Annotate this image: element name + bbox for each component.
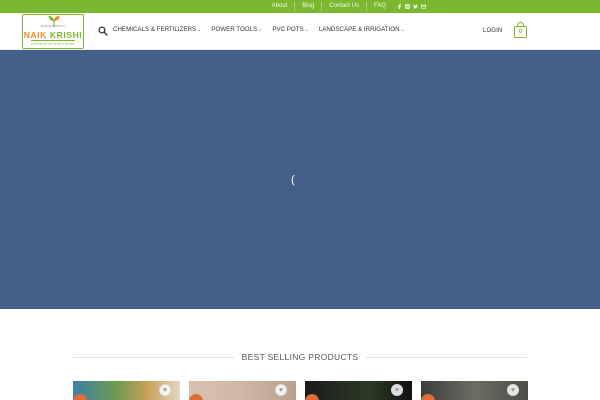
wishlist-heart-icon[interactable]: ♥ <box>391 384 403 396</box>
wishlist-heart-icon[interactable]: ♥ <box>159 384 171 396</box>
instagram-icon[interactable] <box>405 4 410 9</box>
wishlist-heart-icon[interactable]: ♥ <box>275 384 287 396</box>
cart-button[interactable]: 0 <box>514 22 527 38</box>
search-icon[interactable] <box>98 26 108 36</box>
wishlist-heart-icon[interactable]: ♥ <box>507 384 519 396</box>
chevron-down-icon: ⌄ <box>400 26 405 33</box>
nav-item-label: CHEMICALS & FERTILIZERS <box>113 26 197 33</box>
product-card[interactable]: ♥ <box>73 381 180 400</box>
product-card[interactable]: ♥ <box>305 381 412 400</box>
product-grid: ♥ ♥ ♥ ♥ <box>73 381 529 400</box>
loading-spinner-icon: ( <box>291 174 295 186</box>
heading-divider <box>366 356 528 358</box>
product-card[interactable]: ♥ <box>421 381 528 400</box>
sale-badge <box>189 394 203 400</box>
hero-slider <box>0 50 600 309</box>
nav-item-label: LANDSCAPE & IRRIGATION <box>318 26 400 33</box>
topbar-link-contact[interactable]: Contact Us <box>322 2 367 11</box>
email-icon[interactable] <box>420 4 427 9</box>
twitter-icon[interactable] <box>413 4 418 9</box>
site-logo[interactable]: MAHARASHTRA'S NAIK KRISHI GARDENING SIMP… <box>22 14 84 49</box>
section-heading: BEST SELLING PRODUCTS <box>73 352 528 362</box>
heading-divider <box>73 356 234 358</box>
nav-item-label: POWER TOOLS <box>211 26 258 33</box>
best-selling-title: BEST SELLING PRODUCTS <box>241 352 359 362</box>
logo-tagline-top: MAHARASHTRA'S <box>41 25 65 28</box>
topbar-link-about[interactable]: About <box>265 2 296 11</box>
nav-item-power-tools[interactable]: POWER TOOLS ⌄ <box>211 26 262 33</box>
site-header: MAHARASHTRA'S NAIK KRISHI GARDENING SIMP… <box>0 13 600 50</box>
main-nav: CHEMICALS & FERTILIZERS ⌄ POWER TOOLS ⌄ … <box>113 26 405 33</box>
product-card[interactable]: ♥ <box>189 381 296 400</box>
topbar-link-faq[interactable]: FAQ <box>367 2 393 11</box>
topbar-link-blog[interactable]: Blog <box>295 2 323 11</box>
nav-item-chemicals-fertilizers[interactable]: CHEMICALS & FERTILIZERS ⌄ <box>113 26 201 33</box>
logo-brand: NAIK KRISHI <box>24 31 83 40</box>
nav-item-pvc-pots[interactable]: PVC POTS ⌄ <box>272 26 309 33</box>
nav-item-landscape-irrigation[interactable]: LANDSCAPE & IRRIGATION ⌄ <box>319 26 405 33</box>
logo-tagline: GARDENING SIMPLIFIED <box>31 40 75 46</box>
chevron-down-icon: ⌄ <box>197 26 202 33</box>
top-bar: About Blog Contact Us FAQ <box>0 0 600 13</box>
logo-brand-second: KRISHI <box>49 30 83 40</box>
login-link[interactable]: LOGIN <box>483 27 502 34</box>
social-links <box>397 4 427 9</box>
cart-count: 0 <box>514 26 527 38</box>
chevron-down-icon: ⌄ <box>304 26 309 33</box>
logo-brand-first: NAIK <box>23 30 47 40</box>
sale-badge <box>73 394 87 400</box>
chevron-down-icon: ⌄ <box>258 26 263 33</box>
facebook-icon[interactable] <box>397 4 402 9</box>
nav-item-label: PVC POTS <box>272 26 304 33</box>
sale-badge <box>421 394 435 400</box>
sale-badge <box>305 394 319 400</box>
